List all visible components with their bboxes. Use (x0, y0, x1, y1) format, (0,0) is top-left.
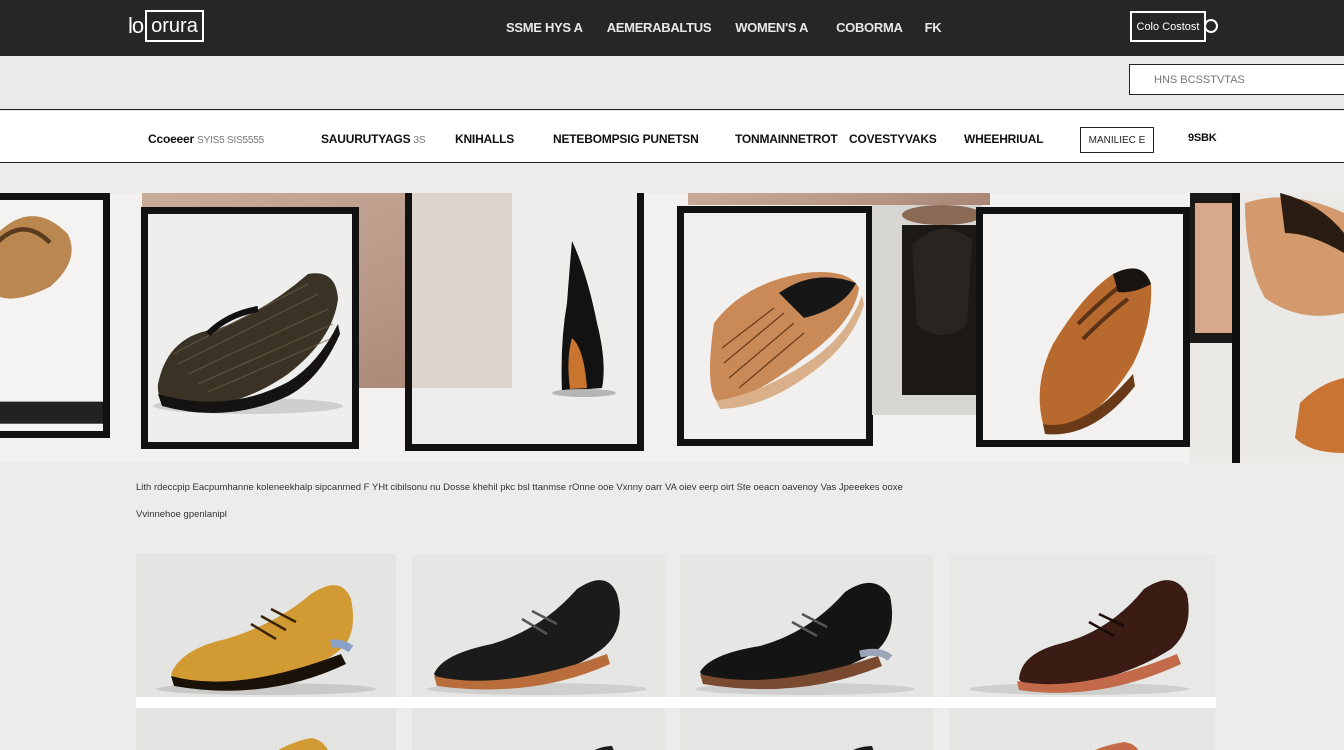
category-item-3[interactable]: KNIHALLS (455, 132, 514, 146)
shoe-illustration (684, 213, 866, 439)
top-nav-item-3[interactable]: WOMEN'S A (735, 20, 808, 35)
shoe-image (148, 214, 352, 442)
category-boxed-button[interactable]: MANILIEC E (1080, 127, 1154, 153)
logo[interactable]: lo orura (128, 10, 204, 42)
product-card-8[interactable] (949, 708, 1215, 750)
brown-oxford-icon (949, 554, 1215, 697)
hero-banner (0, 193, 1344, 463)
product-card-7[interactable] (680, 708, 933, 750)
shoe-thumbnail-icon (680, 708, 933, 750)
hero-image-6[interactable] (872, 205, 982, 415)
logo-boxed-text: orura (145, 10, 204, 42)
hero-backdrop-2 (688, 193, 990, 205)
category-item-2[interactable]: SAUURUTYAGS 3S (321, 132, 426, 146)
top-nav-item-1[interactable]: SSME HYS A (506, 20, 583, 35)
shoe-thumbnail-icon (949, 708, 1215, 750)
product-card-3[interactable] (680, 554, 933, 697)
category-item-6[interactable]: COVESTYVAKS (849, 132, 937, 146)
shoe-image (1190, 193, 1344, 463)
category-item-1[interactable]: Ccoeeer SYIS5 SIS5555 (148, 132, 264, 146)
product-card-2[interactable] (412, 554, 665, 697)
search-row (0, 56, 1344, 110)
category-item-4[interactable]: NETEBOMPSIG PUNETSN (553, 132, 699, 146)
product-card-6[interactable] (412, 708, 665, 750)
shoe-image (872, 205, 982, 415)
product-card-5[interactable] (136, 708, 396, 750)
hero-image-7[interactable] (976, 207, 1190, 447)
shoe-image (0, 200, 103, 431)
category-item-5[interactable]: TONMAINNETROT (735, 132, 838, 146)
shoe-image (684, 213, 866, 439)
category-label: Ccoeeer (148, 132, 194, 146)
hero-image-1[interactable] (0, 193, 110, 438)
shoe-illustration (148, 214, 352, 442)
top-bar: lo orura SSME HYS A AEMERABALTUS WOMEN'S… (0, 0, 1344, 56)
top-nav-item-4[interactable]: COBORMA (836, 20, 903, 35)
description-subtext: Vvinnehoe gpenlanipl (136, 509, 227, 520)
logo-prefix: lo (128, 13, 144, 38)
black-derby-icon (412, 554, 665, 697)
shoe-illustration (0, 207, 103, 424)
hero-image-4[interactable] (405, 193, 644, 451)
hero-image-2[interactable] (141, 207, 359, 449)
shoe-image (412, 193, 637, 444)
hero-image-5[interactable] (677, 206, 873, 446)
description-text: Lith rdeccpip Eacpumhanne koleneekhalp s… (136, 482, 903, 493)
product-card-1[interactable] (136, 554, 396, 697)
hero-image-8[interactable] (1190, 193, 1344, 463)
shoe-illustration (983, 214, 1183, 440)
shoe-illustration (872, 205, 982, 415)
shoe-thumbnail-icon (136, 708, 396, 750)
category-sub-label: 3S (413, 135, 426, 146)
top-nav: SSME HYS A AEMERABALTUS WOMEN'S A COBORM… (506, 20, 942, 35)
shoe-illustration (412, 193, 637, 444)
shoe-thumbnail-icon (412, 708, 665, 750)
account-button[interactable]: Colo Costost (1130, 11, 1206, 42)
category-label: SAUURUTYAGS (321, 132, 411, 146)
top-nav-item-2[interactable]: AEMERABALTUS (607, 20, 712, 35)
black-oxford-icon (680, 554, 933, 697)
grid-divider (136, 697, 1216, 708)
shoe-image (983, 214, 1183, 440)
category-sub-label: SYIS5 SIS5555 (197, 135, 265, 146)
search-icon[interactable] (1204, 19, 1218, 33)
search-input[interactable] (1129, 64, 1344, 95)
mustard-oxford-icon (136, 554, 396, 697)
category-nav: Ccoeeer SYIS5 SIS5555 SAUURUTYAGS 3S KNI… (0, 111, 1344, 163)
shoe-illustration (1190, 193, 1344, 463)
top-nav-item-5[interactable]: FK (925, 20, 942, 35)
category-item-last[interactable]: 9SBK (1188, 132, 1217, 144)
product-card-4[interactable] (949, 554, 1215, 697)
category-item-7[interactable]: WHEEHRIUAL (964, 132, 1044, 146)
